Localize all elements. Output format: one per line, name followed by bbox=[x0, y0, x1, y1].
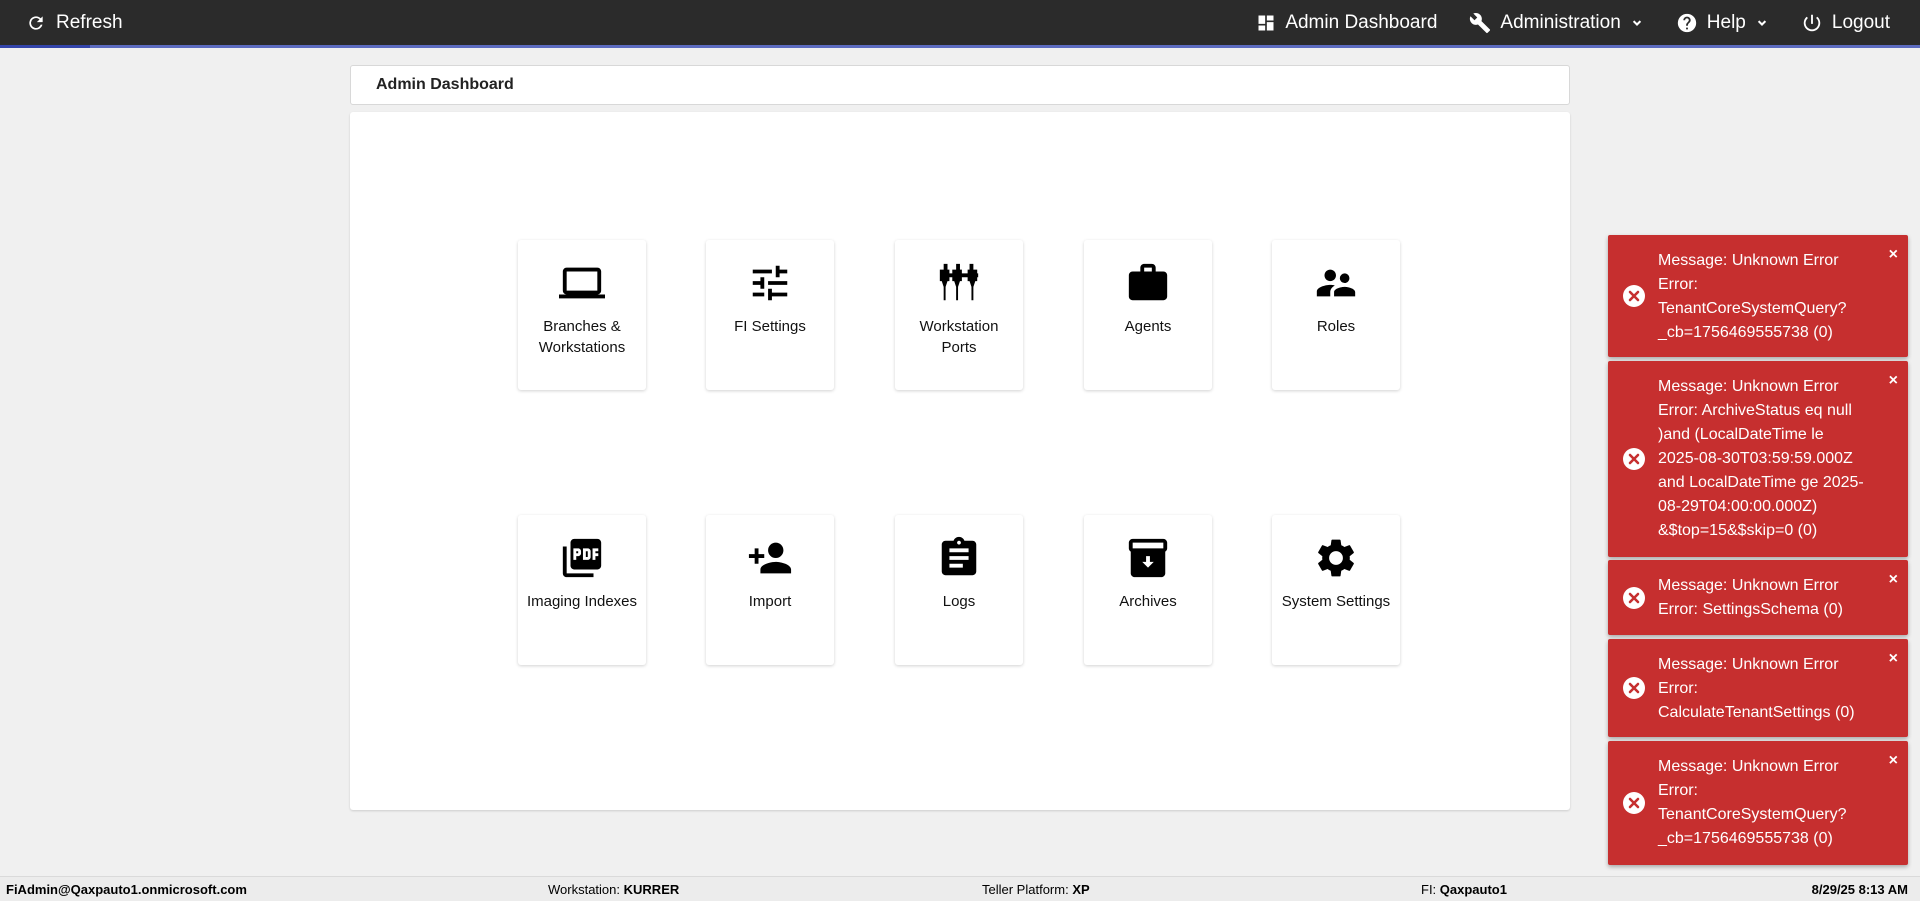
refresh-icon bbox=[29, 15, 43, 30]
error-toast: × Message: Unknown Error Error: Calculat… bbox=[1608, 639, 1908, 737]
error-icon bbox=[1623, 792, 1645, 814]
nav-administration-menu[interactable]: Administration bbox=[1469, 12, 1643, 34]
nav-administration-label: Administration bbox=[1500, 11, 1621, 33]
tile-imaging-indexes[interactable]: Imaging Indexes bbox=[518, 515, 646, 665]
tile-label: Archives bbox=[1119, 593, 1177, 610]
tile-import[interactable]: Import bbox=[706, 515, 834, 665]
toast-close-button[interactable]: × bbox=[1889, 651, 1898, 667]
refresh-label: Refresh bbox=[56, 11, 123, 33]
status-fi: FI: Qaxpauto1 bbox=[1421, 882, 1507, 897]
chevron-down-icon bbox=[1632, 19, 1641, 26]
tile-fi-settings[interactable]: FI Settings bbox=[706, 240, 834, 390]
person-add-icon bbox=[748, 542, 792, 574]
refresh-button[interactable]: Refresh bbox=[26, 0, 123, 45]
tile-label: Workstation Ports bbox=[919, 318, 999, 356]
status-datetime-value: 8/29/25 8:13 AM bbox=[1811, 882, 1908, 897]
status-bar: FiAdmin@Qaxpauto1.onmicrosoft.com Workst… bbox=[0, 876, 1920, 901]
people-icon bbox=[1316, 269, 1356, 297]
status-workstation-label: Workstation: bbox=[548, 882, 621, 897]
nav-help-label: Help bbox=[1706, 11, 1746, 33]
error-icon bbox=[1623, 677, 1645, 699]
toast-close-button[interactable]: × bbox=[1889, 572, 1898, 588]
tile-roles[interactable]: Roles bbox=[1272, 240, 1400, 390]
error-toast: × Message: Unknown Error Error: ArchiveS… bbox=[1608, 361, 1908, 557]
tile-branches-workstations[interactable]: Branches & Workstations bbox=[518, 240, 646, 390]
archive-icon bbox=[1128, 538, 1168, 578]
toast-message: Message: Unknown Error Error: TenantCore… bbox=[1658, 252, 1847, 341]
nav-help-menu[interactable]: Help bbox=[1676, 12, 1769, 34]
chevron-down-icon bbox=[1757, 19, 1766, 26]
status-workstation-value: KURRER bbox=[623, 882, 680, 897]
pdf-icon bbox=[562, 538, 602, 578]
tile-label: FI Settings bbox=[734, 318, 806, 335]
loading-progress-bar bbox=[0, 45, 1920, 48]
tile-system-settings[interactable]: System Settings bbox=[1272, 515, 1400, 665]
toast-close-button[interactable]: × bbox=[1889, 753, 1898, 769]
status-user-value: FiAdmin@Qaxpauto1.onmicrosoft.com bbox=[6, 882, 247, 897]
tile-agents[interactable]: Agents bbox=[1084, 240, 1212, 390]
clipboard-icon bbox=[941, 536, 977, 576]
dashboard-panel: Branches & Workstations FI Settings Work… bbox=[350, 112, 1570, 810]
toast-message: Message: Unknown Error Error: SettingsSc… bbox=[1658, 577, 1843, 618]
toast-message: Message: Unknown Error Error: ArchiveSta… bbox=[1658, 378, 1864, 539]
wrench-icon bbox=[1470, 12, 1491, 33]
toast-message: Message: Unknown Error Error: CalculateT… bbox=[1658, 656, 1855, 721]
tile-logs[interactable]: Logs bbox=[895, 515, 1023, 665]
status-teller-value: XP bbox=[1072, 882, 1090, 897]
dashboard-icon bbox=[1258, 15, 1274, 30]
status-teller-platform: Teller Platform: XP bbox=[982, 882, 1090, 897]
error-toast: × Message: Unknown Error Error: TenantCo… bbox=[1608, 741, 1908, 865]
error-toast: × Message: Unknown Error Error: TenantCo… bbox=[1608, 235, 1908, 357]
page-title: Admin Dashboard bbox=[376, 76, 514, 93]
tile-label: Import bbox=[748, 593, 792, 610]
tile-workstation-ports[interactable]: Workstation Ports bbox=[895, 240, 1023, 390]
gear-icon bbox=[1318, 539, 1354, 577]
status-datetime: 8/29/25 8:13 AM bbox=[1812, 882, 1908, 897]
status-fi-value: Qaxpauto1 bbox=[1439, 882, 1507, 897]
error-icon bbox=[1623, 586, 1645, 609]
nav-admin-dashboard-label: Admin Dashboard bbox=[1285, 11, 1438, 33]
briefcase-icon bbox=[1128, 263, 1168, 301]
power-icon bbox=[1803, 14, 1821, 31]
error-icon bbox=[1623, 448, 1645, 470]
tile-archives[interactable]: Archives bbox=[1084, 515, 1212, 665]
tile-label: Roles bbox=[1316, 318, 1356, 335]
top-nav-bar: Refresh Admin Dashboard Administration H… bbox=[0, 0, 1920, 45]
help-icon bbox=[1677, 13, 1696, 32]
error-icon bbox=[1623, 285, 1645, 307]
status-workstation: Workstation: KURRER bbox=[548, 882, 679, 897]
logout-button[interactable]: Logout bbox=[1801, 12, 1890, 34]
loading-progress-fill bbox=[0, 45, 91, 48]
status-teller-label: Teller Platform: bbox=[982, 882, 1069, 897]
logout-label: Logout bbox=[1831, 11, 1890, 33]
toast-close-button[interactable]: × bbox=[1889, 373, 1898, 389]
toast-close-button[interactable]: × bbox=[1889, 247, 1898, 263]
status-user: FiAdmin@Qaxpauto1.onmicrosoft.com bbox=[6, 882, 247, 897]
laptop-icon bbox=[559, 267, 605, 299]
nav-admin-dashboard[interactable]: Admin Dashboard bbox=[1256, 12, 1437, 34]
toast-message: Message: Unknown Error Error: TenantCore… bbox=[1658, 758, 1847, 847]
tile-label: Logs bbox=[942, 593, 976, 610]
tile-label: Agents bbox=[1124, 318, 1172, 335]
tune-icon bbox=[752, 265, 788, 301]
page-title-card: Admin Dashboard bbox=[350, 65, 1570, 105]
status-fi-label: FI: bbox=[1421, 882, 1437, 897]
error-toast: × Message: Unknown Error Error: Settings… bbox=[1608, 560, 1908, 635]
tile-label: Imaging Indexes bbox=[526, 593, 638, 610]
tile-label: System Settings bbox=[1281, 593, 1391, 610]
tile-label: Branches & Workstations bbox=[538, 318, 626, 356]
ports-icon bbox=[939, 263, 979, 301]
